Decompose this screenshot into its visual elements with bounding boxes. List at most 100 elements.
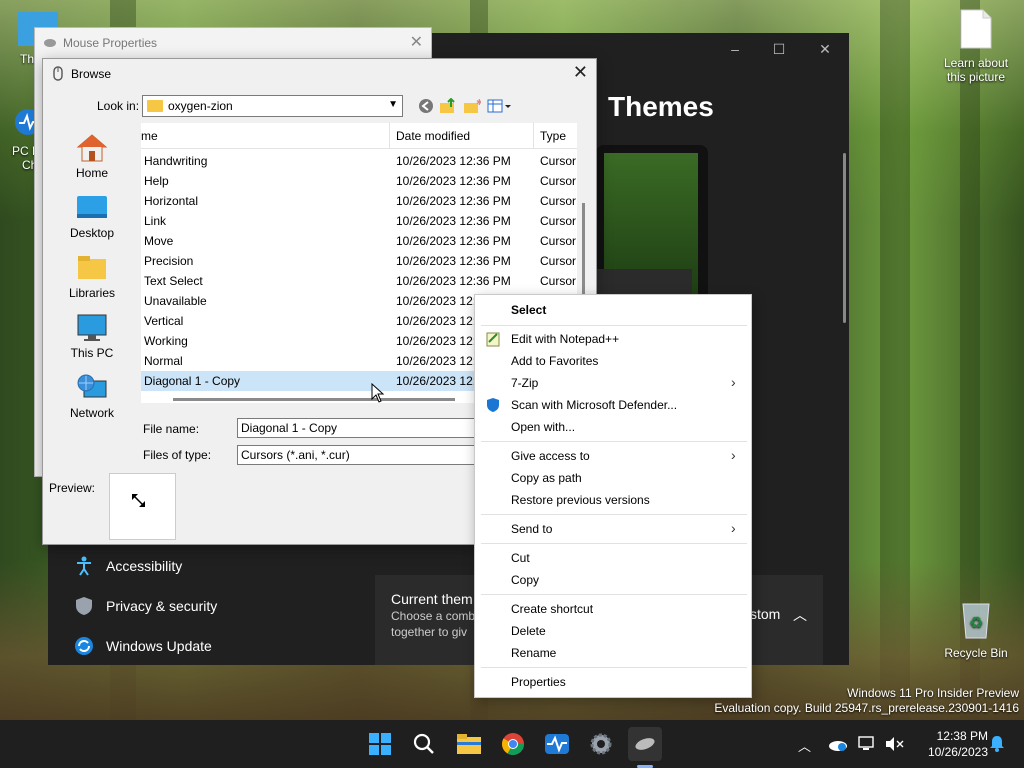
menu-item-rename[interactable]: Rename [475,642,751,664]
notification-bell-icon[interactable] [988,734,1006,755]
taskbar: ︿ 12:38 PM 10/26/2023 [0,720,1024,768]
file-explorer-icon[interactable] [455,730,483,758]
network-display-icon[interactable] [858,736,878,755]
accessibility-icon [74,556,94,576]
table-row[interactable]: Handwriting 10/26/2023 12:36 PM Cursor [141,151,577,171]
close-button[interactable]: ✕ [410,32,423,52]
column-header-date[interactable]: Date modified [396,129,470,143]
menu-item-7zip[interactable]: 7-Zip › [475,372,751,394]
file-name: Diagonal 1 - Copy [144,374,241,388]
settings-gear-icon[interactable] [587,730,615,758]
table-row[interactable]: Help 10/26/2023 12:36 PM Cursor [141,171,577,191]
file-name: Move [144,234,174,248]
window-title: Mouse Properties [63,36,158,50]
file-name-input[interactable]: Diagonal 1 - Copy [237,418,477,438]
file-date: 10/26/2023 12:36 PM [396,194,511,208]
search-icon[interactable] [410,730,438,758]
table-row[interactable]: Horizontal 10/26/2023 12:36 PM Cursor [141,191,577,211]
settings-scrollbar[interactable] [843,153,846,323]
column-header-type[interactable]: Type [540,129,566,143]
menu-item-label: Add to Favorites [511,354,599,368]
show-hidden-icons-chevron-up-icon[interactable]: ︿ [798,736,811,755]
menu-separator [481,441,747,442]
file-date: 10/26/2023 12:3 [396,354,483,368]
file-date: 10/26/2023 12:3 [396,334,483,348]
menu-item-label: Select [511,303,547,317]
menu-item-edit-notepad[interactable]: Edit with Notepad++ [475,328,751,350]
menu-item-properties[interactable]: Properties [475,671,751,693]
place-network[interactable]: Network [51,373,133,420]
view-menu-icon[interactable] [487,98,513,114]
file-name-label: File name: [143,422,200,436]
dialog-title: Browse [71,67,112,81]
menu-item-cut[interactable]: Cut [475,547,751,569]
computer-icon [76,313,108,343]
close-button[interactable]: ✕ [573,62,588,83]
menu-item-select[interactable]: Select [475,299,751,321]
column-divider[interactable] [533,123,534,149]
shield-icon [74,596,94,616]
mouse-properties-taskbar-icon[interactable] [628,727,662,761]
svg-text:♻: ♻ [969,615,983,632]
new-folder-icon[interactable]: ✱ [463,98,483,114]
file-list-horizontal-scrollbar[interactable] [173,398,455,401]
place-libraries[interactable]: Libraries [51,253,133,300]
place-this-pc[interactable]: This PC [51,313,133,360]
menu-item-delete[interactable]: Delete [475,620,751,642]
table-row-selected[interactable]: Diagonal 1 - Copy 10/26/2023 12:3 [141,371,483,391]
taskbar-clock[interactable]: 12:38 PM 10/26/2023 [916,728,988,760]
menu-item-label: Copy as path [511,471,582,485]
table-row[interactable]: Link 10/26/2023 12:36 PM Cursor [141,211,577,231]
menu-item-label: 7-Zip [511,376,539,390]
file-type-dropdown[interactable]: Cursors (*.ani, *.cur) [237,445,477,465]
desktop-icon-learn-about[interactable]: Learn about this picture [935,8,1017,84]
desktop-icon-recycle-bin[interactable]: ♻ Recycle Bin [935,598,1017,660]
up-folder-icon[interactable] [439,97,457,114]
menu-item-give-access[interactable]: Give access to › [475,445,751,467]
menu-item-label: Create shortcut [511,602,594,616]
svg-text:✱: ✱ [476,98,481,107]
file-name: Link [144,214,167,228]
look-in-value: oxygen-zion [168,99,233,113]
maximize-button[interactable]: ☐ [764,41,794,58]
pc-health-check-icon[interactable] [543,730,571,758]
table-row[interactable]: Precision 10/26/2023 12:36 PM Cursor [141,251,577,271]
nav-item-accessibility[interactable]: Accessibility [74,556,182,576]
menu-item-copy-as-path[interactable]: Copy as path [475,467,751,489]
menu-separator [481,667,747,668]
table-row[interactable]: Text Select 10/26/2023 12:36 PM Cursor [141,271,577,291]
menu-item-send-to[interactable]: Send to › [475,518,751,540]
place-desktop[interactable]: Desktop [51,193,133,240]
current-theme-description: together to giv [391,625,468,639]
column-header-name[interactable]: me [141,129,158,143]
place-home[interactable]: Home [51,133,133,180]
file-date: 10/26/2023 12:3 [396,374,483,388]
onedrive-cloud-icon[interactable] [828,736,848,755]
menu-item-create-shortcut[interactable]: Create shortcut [475,598,751,620]
menu-item-open-with[interactable]: Open with... [475,416,751,438]
file-type: Cursor [540,274,577,288]
nav-item-windows-update[interactable]: Windows Update [74,636,212,656]
back-icon[interactable] [417,98,435,114]
chevron-up-icon[interactable]: ︿ [793,605,807,625]
menu-separator [481,325,747,326]
file-date: 10/26/2023 12:36 PM [396,214,511,228]
table-row[interactable]: Move 10/26/2023 12:36 PM Cursor [141,231,577,251]
volume-muted-icon[interactable] [884,736,904,755]
menu-item-scan-defender[interactable]: Scan with Microsoft Defender... [475,394,751,416]
page-title: Themes [608,91,714,122]
close-button[interactable]: ✕ [810,41,840,58]
look-in-dropdown[interactable]: oxygen-zion ▼ [142,95,403,117]
menu-item-label: Copy [511,573,540,587]
nav-item-label: Accessibility [106,558,183,574]
column-divider[interactable] [389,123,390,149]
chrome-icon[interactable] [499,730,527,758]
menu-item-restore-versions[interactable]: Restore previous versions [475,489,751,511]
menu-item-copy[interactable]: Copy [475,569,751,591]
menu-separator [481,514,747,515]
file-name: Working [144,334,188,348]
nav-item-privacy-security[interactable]: Privacy & security [74,596,217,616]
menu-item-add-favorites[interactable]: Add to Favorites [475,350,751,372]
minimize-button[interactable]: – [720,41,750,57]
start-button-windows-icon[interactable] [366,730,394,758]
